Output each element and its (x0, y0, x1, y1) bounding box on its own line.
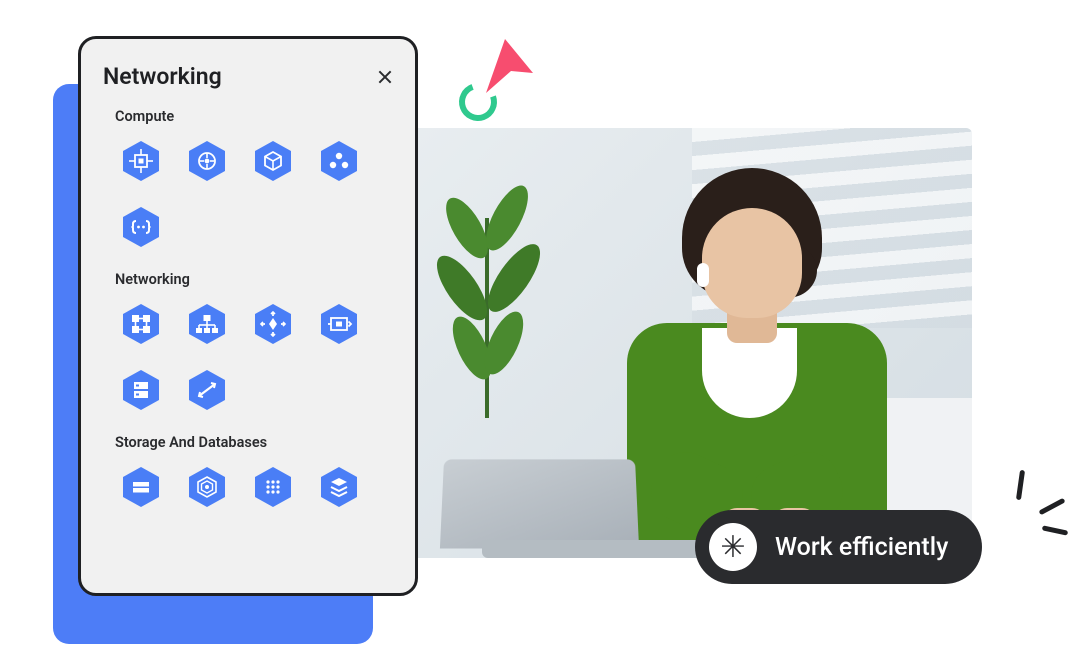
storage-icon[interactable] (119, 465, 163, 509)
hero-photo (412, 128, 972, 558)
cluster-icon[interactable] (317, 139, 361, 183)
layers-icon[interactable] (317, 465, 361, 509)
vpc-icon[interactable] (317, 302, 361, 346)
kubernetes-icon[interactable] (185, 139, 229, 183)
category-panel: Networking Compute Networking (78, 36, 418, 596)
functions-icon[interactable] (119, 205, 163, 249)
section-title: Compute (115, 108, 393, 125)
close-icon[interactable] (377, 69, 393, 85)
work-efficiently-badge: ✳ Work efficiently (695, 510, 982, 584)
cursor-arrow-icon (481, 35, 537, 97)
compute-engine-icon[interactable] (119, 139, 163, 183)
dataflow-icon[interactable] (251, 465, 295, 509)
section-networking: Networking (103, 271, 393, 412)
dns-icon[interactable] (119, 368, 163, 412)
interconnect-icon[interactable] (185, 368, 229, 412)
asterisk-icon: ✳ (709, 523, 757, 571)
section-title: Storage And Databases (115, 434, 393, 451)
section-storage: Storage And Databases (103, 434, 393, 509)
bigquery-icon[interactable] (185, 465, 229, 509)
section-title: Networking (115, 271, 393, 288)
badge-label: Work efficiently (775, 533, 948, 562)
cdn-icon[interactable] (251, 302, 295, 346)
load-balancer-icon[interactable] (119, 302, 163, 346)
panel-title: Networking (103, 63, 222, 90)
spark-decoration (1008, 472, 1068, 542)
network-topology-icon[interactable] (185, 302, 229, 346)
section-compute: Compute (103, 108, 393, 249)
cursor-decoration (459, 35, 539, 125)
container-icon[interactable] (251, 139, 295, 183)
